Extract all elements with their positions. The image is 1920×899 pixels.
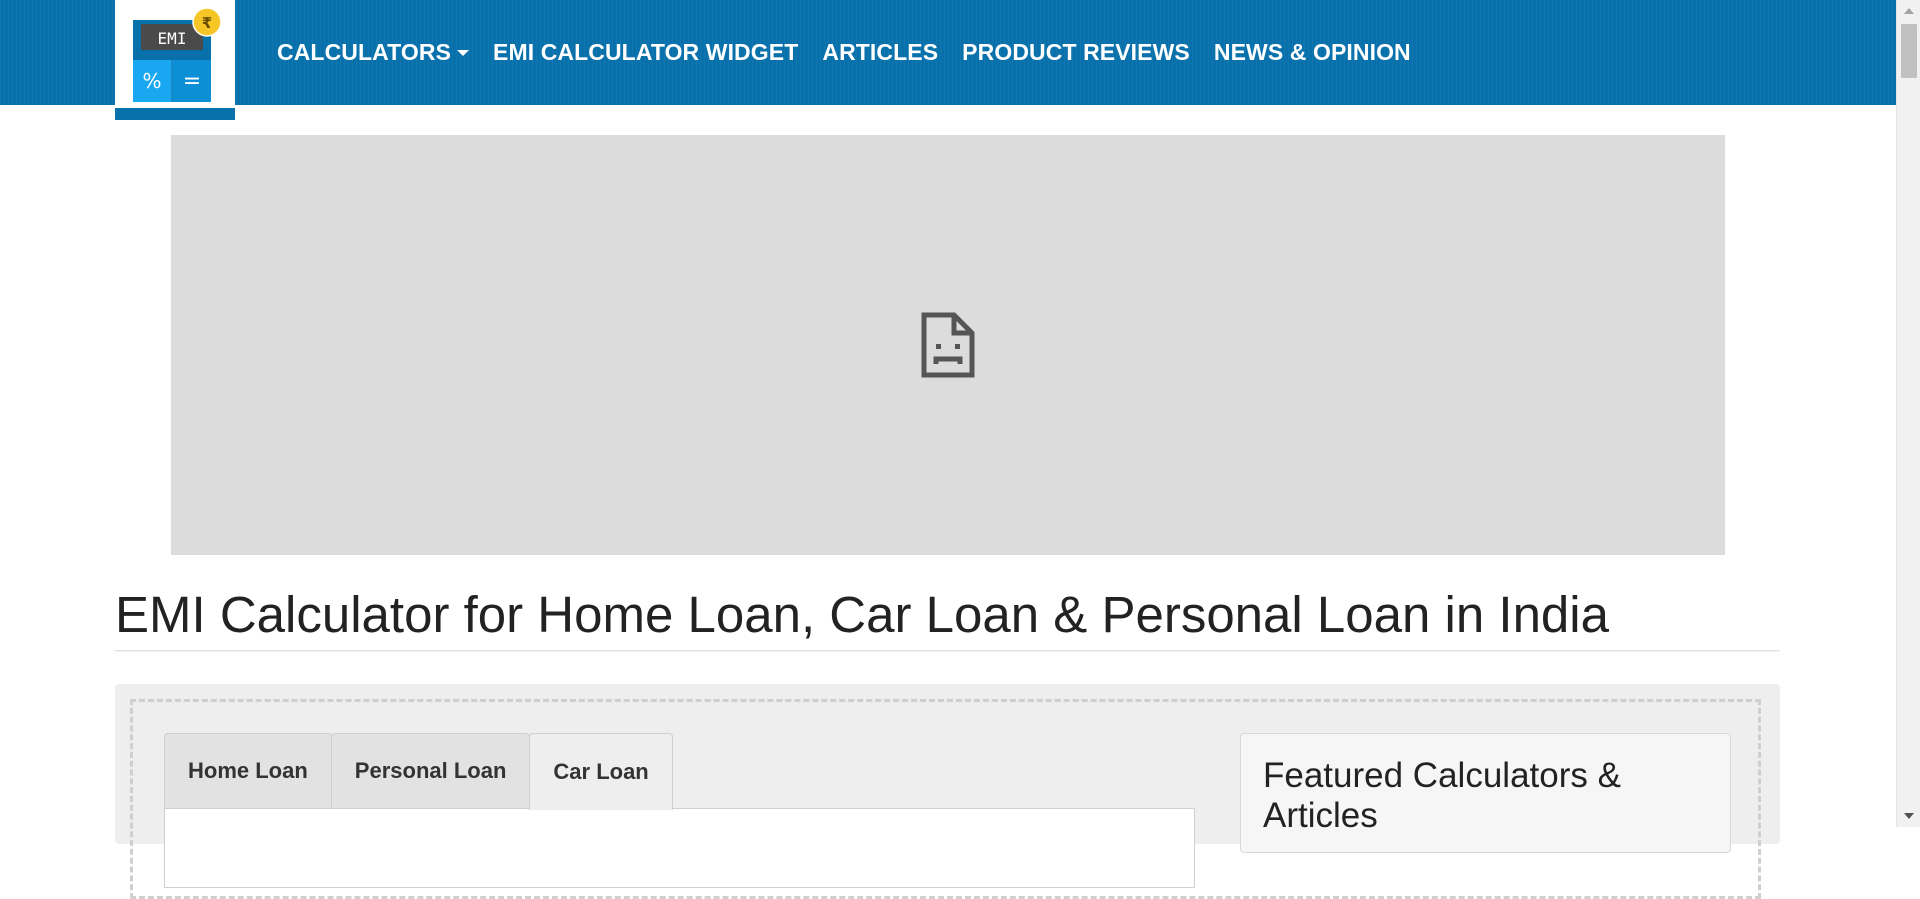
site-logo[interactable]: EMI % = ₹ <box>115 0 235 120</box>
tab-car-loan[interactable]: Car Loan <box>529 733 673 810</box>
svg-text:=: = <box>183 69 201 94</box>
nav-product-reviews-label: PRODUCT REVIEWS <box>962 39 1190 65</box>
logo-emi-text: EMI <box>158 29 187 48</box>
featured-title: Featured Calculators & Articles <box>1263 756 1621 835</box>
tab-personal-loan-label: Personal Loan <box>354 758 507 783</box>
nav-calculators[interactable]: CALCULATORS <box>277 39 481 66</box>
page-title: EMI Calculator for Home Loan, Car Loan &… <box>115 586 1609 643</box>
nav-news-opinion-label: NEWS & OPINION <box>1213 39 1411 65</box>
loan-tabs-area: Home Loan Personal Loan Car Loan <box>164 733 1195 888</box>
svg-text:%: % <box>142 69 161 93</box>
broken-page-icon <box>921 312 975 378</box>
vertical-scrollbar[interactable] <box>1896 0 1920 827</box>
scrollbar-thumb[interactable] <box>1901 24 1917 78</box>
nav-calculators-label: CALCULATORS <box>277 39 452 65</box>
tab-home-loan-label: Home Loan <box>188 758 308 783</box>
top-navbar: EMI % = ₹ CALCULATORS EMI CALCULATOR WID… <box>0 0 1896 120</box>
calculator-panel: Home Loan Personal Loan Car Loan Feature… <box>115 684 1780 899</box>
dropdown-caret-icon <box>457 49 470 56</box>
logo-underline <box>115 108 235 120</box>
svg-text:₹: ₹ <box>202 14 212 32</box>
scroll-up-arrow-icon[interactable] <box>1904 8 1914 14</box>
nav-articles-label: ARTICLES <box>822 39 939 65</box>
featured-panel: Featured Calculators & Articles <box>1240 733 1731 853</box>
ad-frame <box>171 135 1725 555</box>
scroll-down-arrow-icon[interactable] <box>1904 813 1914 819</box>
tab-content-panel <box>164 808 1195 888</box>
nav-articles[interactable]: ARTICLES <box>810 39 950 66</box>
nav-emi-widget-label: EMI CALCULATOR WIDGET <box>493 39 799 65</box>
title-divider <box>115 650 1780 652</box>
nav-emi-calculator-widget[interactable]: EMI CALCULATOR WIDGET <box>481 39 810 66</box>
tab-car-loan-label: Car Loan <box>553 759 649 784</box>
main-nav: CALCULATORS EMI CALCULATOR WIDGET ARTICL… <box>277 0 1423 105</box>
tab-personal-loan[interactable]: Personal Loan <box>330 733 531 808</box>
tab-home-loan[interactable]: Home Loan <box>164 733 332 808</box>
nav-product-reviews[interactable]: PRODUCT REVIEWS <box>950 39 1202 66</box>
loan-type-tabs: Home Loan Personal Loan Car Loan <box>164 733 673 810</box>
nav-news-opinion[interactable]: NEWS & OPINION <box>1202 39 1423 66</box>
emi-calculator-logo-icon: EMI % = ₹ <box>133 8 222 102</box>
